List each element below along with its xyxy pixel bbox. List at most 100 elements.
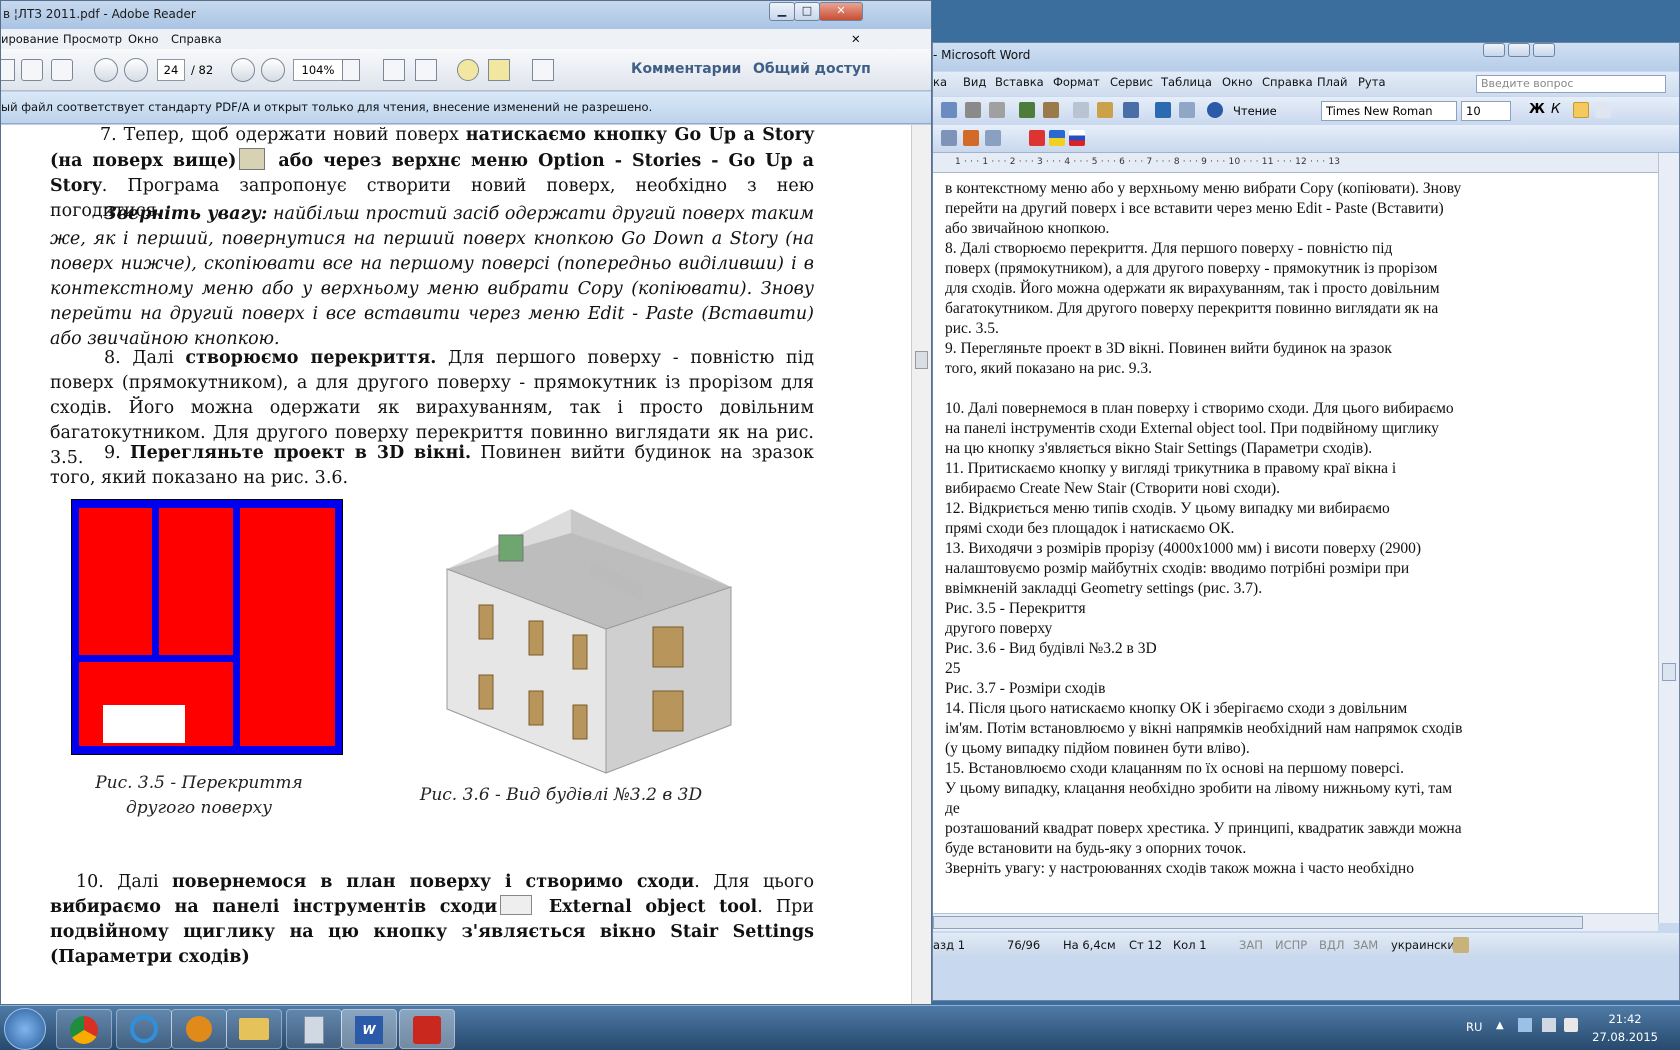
italic-button[interactable]: К [1551,102,1560,117]
system-clock[interactable]: 21:42 27.08.2015 [1592,1010,1658,1046]
previous-page-icon[interactable] [94,58,118,82]
share-link[interactable]: Общий доступ [753,61,871,77]
word-menu-help[interactable]: Справка [1262,75,1313,89]
pdf-vertical-scrollbar[interactable] [911,125,931,1004]
adobe-titlebar[interactable]: в ¦ЛТЗ 2011.pdf - Adobe Reader ▁ □ ✕ [1,1,931,29]
zoom-input[interactable]: 104% [293,59,343,81]
word-menu-service[interactable]: Сервис [1110,75,1153,89]
zoom-out-icon[interactable] [231,58,255,82]
help-icon[interactable] [1207,102,1223,118]
word-horizontal-scrollbar[interactable] [933,913,1658,931]
pdf-scroll-thumb[interactable] [915,351,928,369]
status-overtype[interactable]: ЗАМ [1353,938,1378,952]
paste-icon[interactable] [1097,102,1113,118]
word-menu-view[interactable]: Вид [963,75,986,89]
spell-status-icon[interactable] [1453,937,1469,953]
align-left-icon[interactable] [1573,102,1589,118]
word-hscroll-thumb[interactable] [933,916,1583,929]
chrome-taskbar-icon[interactable] [56,1009,112,1049]
word-menu-insert[interactable]: Вставка [995,75,1044,89]
ie-taskbar-icon[interactable] [116,1009,172,1049]
menu-edit[interactable]: ирование [1,32,59,46]
network-icon[interactable] [1542,1018,1556,1032]
font-size-select[interactable]: 10 [1461,101,1511,121]
word-titlebar[interactable]: - Microsoft Word [933,43,1679,71]
document-close-icon[interactable]: ✕ [851,32,861,46]
menu-help[interactable]: Справка [171,32,222,46]
calculator-taskbar-icon[interactable] [286,1009,342,1049]
word-menu-edit[interactable]: ка [933,75,947,89]
media-player-taskbar-icon[interactable] [171,1009,227,1049]
word-text-line: У цьому випадку, клацання необхідно зроб… [945,780,1453,797]
volume-icon[interactable] [1564,1018,1578,1032]
status-rec[interactable]: ЗАП [1239,938,1263,952]
word-menu-ruta[interactable]: Рута [1358,75,1386,89]
maximize-button[interactable]: □ [794,2,820,21]
fit-width-icon[interactable] [415,59,437,81]
table-icon[interactable] [1179,102,1195,118]
email-icon[interactable] [51,59,73,81]
word-menu-format[interactable]: Формат [1053,75,1100,89]
flag-ru-icon[interactable] [1069,130,1085,146]
page-total: / 82 [191,63,214,77]
print-icon[interactable] [21,59,43,81]
highlight-icon[interactable] [488,59,510,81]
status-track[interactable]: ИСПР [1275,938,1307,952]
open-icon[interactable] [941,102,957,118]
save-icon[interactable] [1,59,15,81]
word-taskbar-icon[interactable]: W [341,1009,397,1049]
word-close-button[interactable] [1533,43,1555,57]
tray-flag-icon[interactable] [1518,1018,1532,1032]
status-extend[interactable]: ВДЛ [1319,938,1345,952]
page-number-input[interactable]: 24 [157,59,185,81]
word-document-page[interactable]: в контекстному меню або у верхньому меню… [933,173,1658,913]
horizontal-ruler[interactable]: 1 · · · 1 · · · 2 · · · 3 · · · 4 · · · … [933,153,1679,173]
minimize-button[interactable]: ▁ [769,2,795,21]
start-button[interactable] [4,1008,46,1050]
word-vertical-scrollbar[interactable] [1658,153,1679,923]
status-language[interactable]: украинский [1391,938,1462,952]
word-scroll-thumb[interactable] [1662,663,1676,681]
word-restore-button[interactable] [1508,43,1530,57]
zoom-in-icon[interactable] [261,58,285,82]
toolbar-icon-3[interactable] [985,130,1001,146]
word-menu-play[interactable]: Плай [1317,75,1348,89]
font-name-select[interactable]: Times New Roman [1321,101,1457,121]
menu-view[interactable]: Просмотр [63,32,122,46]
copy-icon[interactable] [1073,102,1089,118]
toolbar-icon-2[interactable] [963,130,979,146]
explorer-taskbar-icon[interactable] [226,1009,282,1049]
zoom-dropdown-icon[interactable] [342,59,360,81]
comment-icon[interactable] [457,59,479,81]
adobe-taskbar-icon[interactable] [399,1009,455,1049]
word-menu-window[interactable]: Окно [1222,75,1253,89]
comments-link[interactable]: Комментарии [631,61,741,77]
hyperlink-icon[interactable] [1155,102,1171,118]
toolbar-icon-1[interactable] [941,130,957,146]
preview-icon[interactable] [989,102,1005,118]
undo-icon[interactable] [1123,102,1139,118]
word-minimize-button[interactable] [1483,43,1505,57]
word-window-title: - Microsoft Word [933,48,1031,62]
reading-mode-button[interactable]: Чтение [1233,104,1277,118]
word-text-line: 11. Притискаємо кнопку у вигляді трикутн… [945,460,1397,477]
help-question-input[interactable]: Введите вопрос [1476,75,1666,93]
check-icon[interactable] [1029,130,1045,146]
word-text-line: (у цьому випадку підйом повинен бути влі… [945,740,1250,757]
fit-page-icon[interactable] [383,59,405,81]
flag-ua-icon[interactable] [1049,130,1065,146]
next-page-icon[interactable] [124,58,148,82]
menu-window[interactable]: Окно [128,32,159,46]
align-center-icon[interactable] [1595,102,1611,118]
close-button[interactable]: ✕ [819,2,863,21]
word-text-line: 8. Далі створюємо перекриття. Для першог… [945,240,1393,257]
slab-room-3 [240,508,335,746]
word-menu-table[interactable]: Таблица [1161,75,1212,89]
bold-button[interactable]: Ж [1529,102,1545,117]
expand-icon[interactable] [532,59,554,81]
print-icon[interactable] [965,102,981,118]
input-language[interactable]: RU [1466,1020,1482,1034]
tray-arrow-icon[interactable]: ▲ [1496,1020,1504,1031]
research-icon[interactable] [1043,102,1059,118]
spelling-icon[interactable] [1019,102,1035,118]
